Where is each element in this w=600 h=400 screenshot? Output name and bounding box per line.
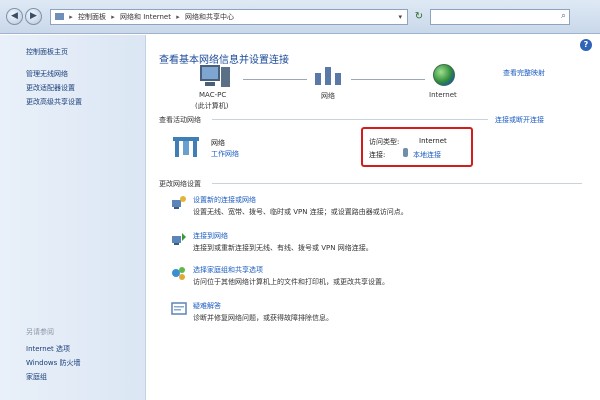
see-also-heading: 另请参阅 bbox=[26, 328, 54, 336]
connect-network-icon[interactable] bbox=[171, 231, 187, 247]
task-setup-connection-desc: 设置无线、宽带、拨号、临时或 VPN 连接；或设置路由器或访问点。 bbox=[193, 208, 408, 216]
address-bar[interactable]: ▸ 控制面板 ▸ 网络和 Internet ▸ 网络和共享中心 ▾ bbox=[50, 9, 408, 25]
search-input[interactable]: ⌕ bbox=[430, 9, 570, 25]
change-settings-heading: 更改网络设置 bbox=[159, 180, 201, 188]
task-connect-network-desc: 连接到或重新连接到无线、有线、拨号或 VPN 网络连接。 bbox=[193, 244, 373, 252]
view-full-map-link[interactable]: 查看完整映射 bbox=[503, 68, 545, 78]
breadcrumb-separator-icon: ▸ bbox=[69, 13, 73, 21]
breadcrumb-separator-icon: ▸ bbox=[176, 13, 180, 21]
section-divider bbox=[212, 119, 488, 120]
back-button[interactable]: ◀ bbox=[6, 8, 23, 25]
control-panel-icon bbox=[55, 13, 64, 20]
task-homegroup-link[interactable]: 选择家庭组和共享选项 bbox=[193, 265, 263, 275]
connect-disconnect-link[interactable]: 连接或断开连接 bbox=[495, 115, 544, 125]
connection-label: 连接: bbox=[369, 151, 386, 159]
search-icon[interactable]: ⌕ bbox=[561, 11, 566, 21]
local-connection-icon bbox=[403, 148, 408, 157]
page-title: 查看基本网络信息并设置连接 bbox=[159, 55, 289, 66]
setup-connection-icon[interactable] bbox=[171, 195, 187, 211]
active-networks-heading: 查看活动网络 bbox=[159, 116, 201, 124]
active-network-name: 网络 bbox=[211, 139, 225, 147]
network-type-link[interactable]: 工作网络 bbox=[211, 149, 239, 159]
main-content: ? 查看基本网络信息并设置连接 查看完整映射 MAC-PC (此计算机) 网络 … bbox=[147, 35, 600, 400]
node-label-computer: MAC-PC bbox=[199, 91, 227, 99]
highlight-annotation bbox=[361, 127, 473, 167]
network-icon[interactable] bbox=[315, 67, 341, 89]
forward-button[interactable]: ▶ bbox=[25, 8, 42, 25]
task-setup-connection-link[interactable]: 设置新的连接或网络 bbox=[193, 195, 256, 205]
sidebar-item-adapter-settings[interactable]: 更改适配器设置 bbox=[26, 83, 75, 93]
computer-icon[interactable] bbox=[197, 65, 231, 89]
troubleshoot-icon[interactable] bbox=[171, 301, 187, 317]
sidebar-item-internet-options[interactable]: Internet 选项 bbox=[26, 344, 70, 354]
map-connector-line bbox=[351, 79, 425, 80]
breadcrumb-control-panel[interactable]: 控制面板 bbox=[78, 13, 106, 21]
chevron-down-icon[interactable]: ▾ bbox=[398, 10, 402, 24]
breadcrumb-network-sharing-center[interactable]: 网络和共享中心 bbox=[185, 13, 234, 21]
sidebar: 控制面板主页 管理无线网络 更改适配器设置 更改高级共享设置 另请参阅 Inte… bbox=[0, 35, 146, 400]
node-label-internet: Internet bbox=[429, 91, 457, 99]
task-troubleshoot-link[interactable]: 疑难解答 bbox=[193, 301, 221, 311]
help-icon[interactable]: ? bbox=[580, 39, 592, 51]
sidebar-item-manage-wireless[interactable]: 管理无线网络 bbox=[26, 69, 68, 79]
task-homegroup-desc: 访问位于其他网络计算机上的文件和打印机，或更改共享设置。 bbox=[193, 278, 389, 286]
node-label-network: 网络 bbox=[321, 92, 335, 100]
address-toolbar: ◀ ▶ ▸ 控制面板 ▸ 网络和 Internet ▸ 网络和共享中心 ▾ ↻ … bbox=[0, 0, 600, 34]
sidebar-item-control-panel-home[interactable]: 控制面板主页 bbox=[26, 47, 68, 57]
internet-globe-icon[interactable] bbox=[433, 64, 455, 86]
refresh-icon[interactable]: ↻ bbox=[412, 9, 426, 25]
access-type-value: Internet bbox=[419, 137, 447, 145]
breadcrumb-network-internet[interactable]: 网络和 Internet bbox=[120, 13, 171, 21]
sidebar-item-windows-firewall[interactable]: Windows 防火墙 bbox=[26, 358, 80, 368]
access-type-label: 访问类型: bbox=[369, 138, 400, 146]
node-label-computer-sub: (此计算机) bbox=[195, 102, 229, 110]
map-connector-line bbox=[243, 79, 307, 80]
homegroup-icon[interactable] bbox=[171, 265, 187, 281]
sidebar-item-homegroup[interactable]: 家庭组 bbox=[26, 372, 47, 382]
task-connect-network-link[interactable]: 连接到网络 bbox=[193, 231, 228, 241]
task-troubleshoot-desc: 诊断并修复网络问题，或获得故障排除信息。 bbox=[193, 314, 333, 322]
local-connection-link[interactable]: 本地连接 bbox=[413, 150, 441, 160]
section-divider bbox=[212, 183, 582, 184]
work-network-icon[interactable] bbox=[171, 133, 201, 157]
breadcrumb-separator-icon: ▸ bbox=[111, 13, 115, 21]
sidebar-item-advanced-sharing[interactable]: 更改高级共享设置 bbox=[26, 97, 82, 107]
